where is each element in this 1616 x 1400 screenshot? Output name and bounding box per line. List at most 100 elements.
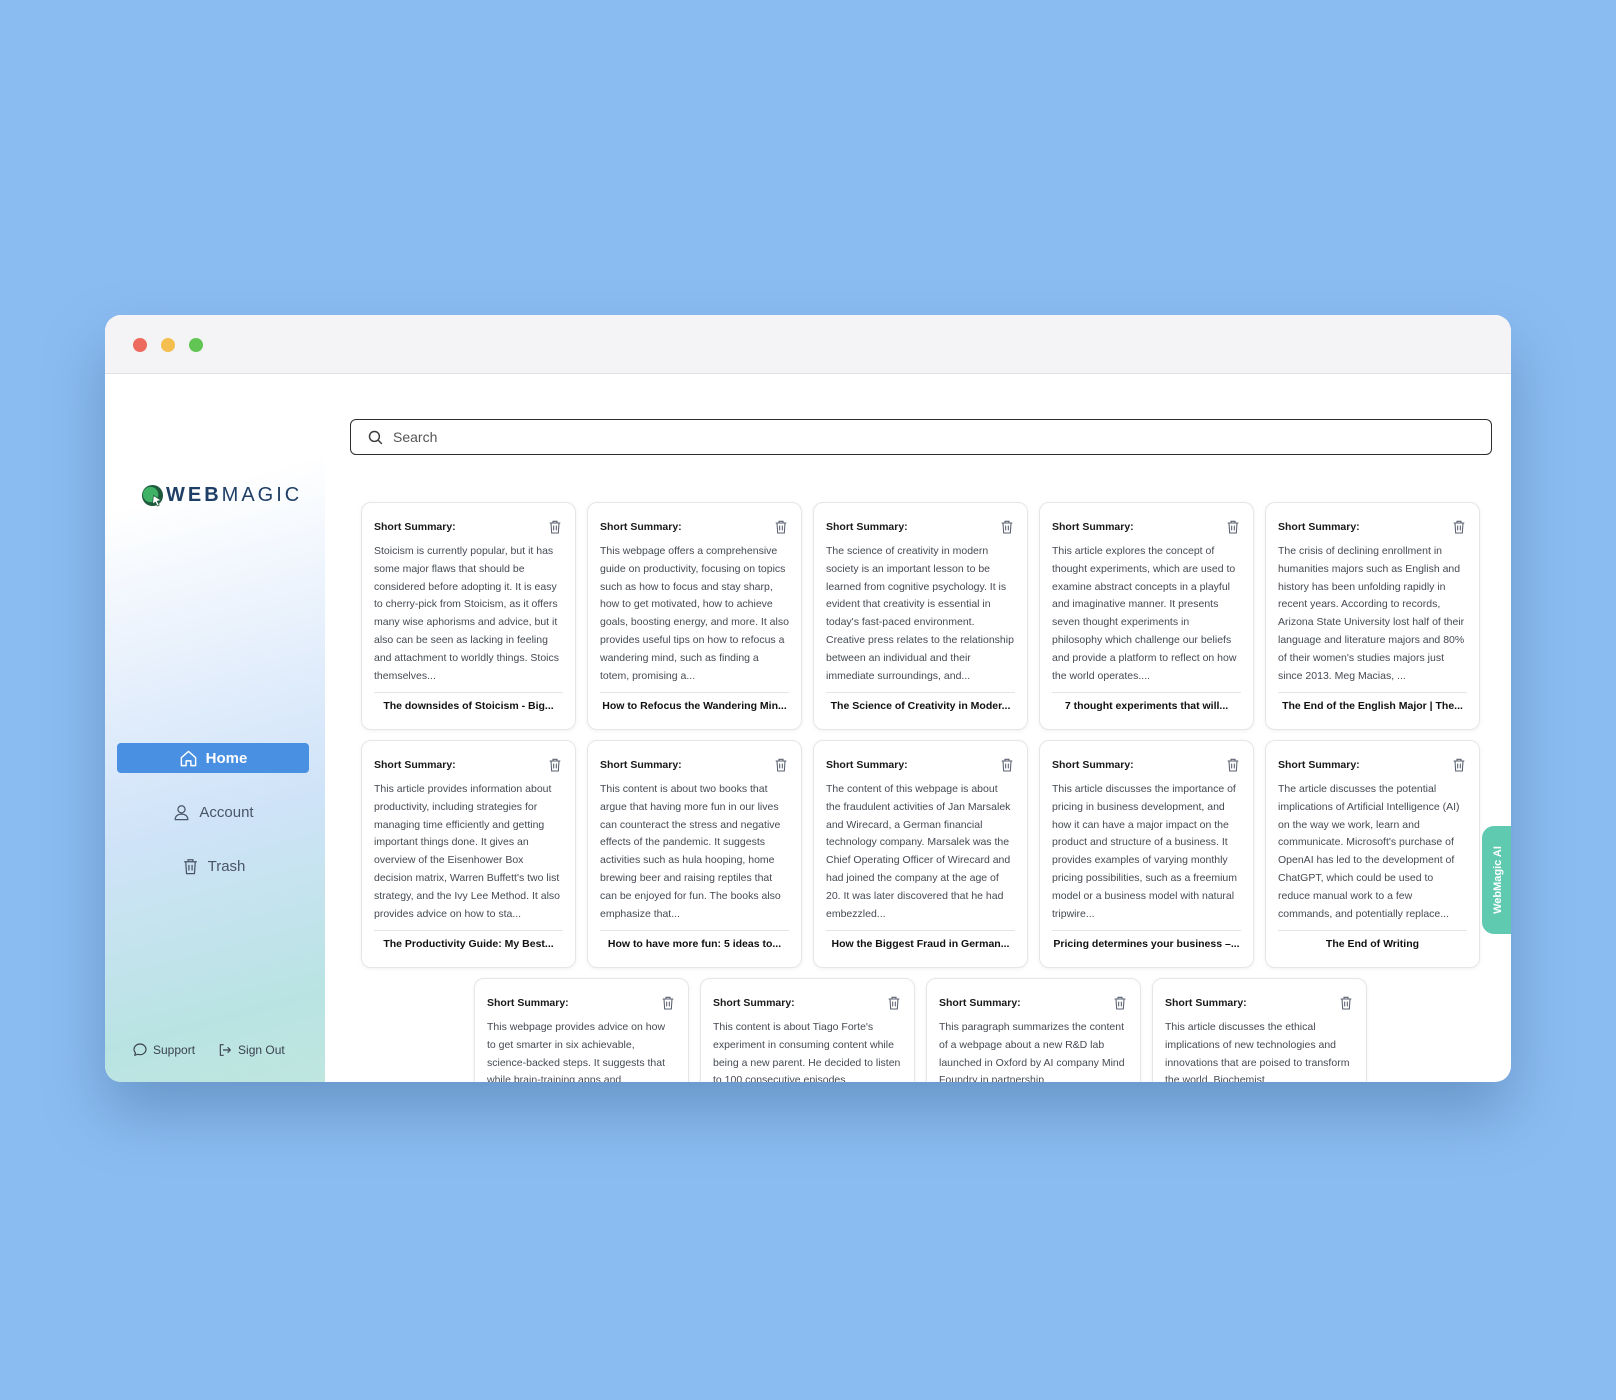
- card-title[interactable]: Pricing determines your business –...: [1052, 931, 1241, 950]
- home-icon: [180, 750, 196, 766]
- card-title[interactable]: The End of Writing: [1278, 931, 1467, 950]
- card-summary: This content is about Tiago Forte's expe…: [713, 1021, 901, 1082]
- close-window-button[interactable]: [133, 338, 147, 352]
- nav-trash-label: Trash: [207, 857, 246, 875]
- card-title[interactable]: 7 thought experiments that will...: [1052, 693, 1241, 712]
- delete-icon[interactable]: [1112, 995, 1128, 1011]
- app-window: WEBMAGIC Home Account Trash Support Sign…: [105, 315, 1511, 1082]
- maximize-window-button[interactable]: [189, 338, 203, 352]
- delete-icon[interactable]: [886, 995, 902, 1011]
- logo[interactable]: WEBMAGIC: [141, 484, 302, 507]
- card-summary: This webpage offers a comprehensive guid…: [600, 545, 789, 682]
- user-icon: [174, 804, 189, 820]
- card-title[interactable]: The downsides of Stoicism - Big...: [374, 693, 563, 712]
- card-title[interactable]: The Productivity Guide: My Best...: [374, 931, 563, 950]
- sign-out-label: Sign Out: [238, 1043, 285, 1057]
- search-input[interactable]: [393, 429, 1463, 445]
- card-label: Short Summary:: [1052, 521, 1134, 533]
- card-header: Short Summary:: [600, 519, 789, 535]
- card-summary: This article explores the concept of tho…: [1052, 545, 1237, 682]
- delete-icon[interactable]: [1225, 757, 1241, 773]
- delete-icon[interactable]: [1338, 995, 1354, 1011]
- nav-account-label: Account: [199, 803, 254, 821]
- summary-card[interactable]: Short Summary: The article discusses the …: [1265, 740, 1480, 968]
- card-label: Short Summary:: [826, 521, 908, 533]
- card-title[interactable]: How to Refocus the Wandering Min...: [600, 693, 789, 712]
- delete-icon[interactable]: [773, 519, 789, 535]
- summary-card[interactable]: Short Summary: This article discusses the…: [1152, 978, 1367, 1082]
- delete-icon[interactable]: [773, 757, 789, 773]
- summary-card[interactable]: Short Summary: The crisis of declining en…: [1265, 502, 1480, 730]
- summary-card[interactable]: Short Summary: Stoicism is currently popu…: [361, 502, 576, 730]
- card-label: Short Summary:: [374, 759, 456, 771]
- card-title[interactable]: The Science of Creativity in Moder...: [826, 693, 1015, 712]
- logo-text-light: MAGIC: [221, 484, 303, 506]
- delete-icon[interactable]: [999, 519, 1015, 535]
- card-label: Short Summary:: [1052, 759, 1134, 771]
- delete-icon[interactable]: [547, 519, 563, 535]
- summary-card[interactable]: Short Summary: This webpage provides advi…: [474, 978, 689, 1082]
- summary-card[interactable]: Short Summary: This article provides info…: [361, 740, 576, 968]
- card-title[interactable]: The End of the English Major | The...: [1278, 693, 1467, 712]
- card-label: Short Summary:: [1278, 759, 1360, 771]
- card-label: Short Summary:: [600, 521, 682, 533]
- title-bar: [105, 315, 1511, 374]
- delete-icon[interactable]: [1225, 519, 1241, 535]
- card-summary: The article discusses the potential impl…: [1278, 783, 1460, 920]
- card-summary: This content is about two books that arg…: [600, 783, 781, 920]
- card-label: Short Summary:: [600, 759, 682, 771]
- chat-bubble-icon: [133, 1043, 147, 1056]
- main-nav: Home Account Trash: [117, 743, 309, 905]
- delete-icon[interactable]: [1451, 519, 1467, 535]
- nav-home[interactable]: Home: [117, 743, 309, 773]
- card-summary: This article provides information about …: [374, 783, 560, 920]
- delete-icon[interactable]: [1451, 757, 1467, 773]
- logo-text: WEBMAGIC: [166, 484, 302, 507]
- sign-out-icon: [219, 1044, 231, 1056]
- card-summary: This article discusses the importance of…: [1052, 783, 1237, 920]
- logo-globe-icon: [141, 484, 164, 507]
- summary-card[interactable]: Short Summary: This paragraph summarizes …: [926, 978, 1141, 1082]
- card-summary: The science of creativity in modern soci…: [826, 545, 1014, 682]
- card-header: Short Summary:: [1165, 995, 1354, 1011]
- card-header: Short Summary:: [1052, 757, 1241, 773]
- nav-trash[interactable]: Trash: [117, 851, 309, 881]
- summary-card[interactable]: Short Summary: The science of creativity …: [813, 502, 1028, 730]
- search-bar[interactable]: [350, 419, 1492, 455]
- trash-icon: [183, 858, 197, 874]
- support-label: Support: [153, 1043, 196, 1057]
- summary-card[interactable]: Short Summary: The content of this webpag…: [813, 740, 1028, 968]
- summary-card[interactable]: Short Summary: This content is about Tiag…: [700, 978, 915, 1082]
- card-header: Short Summary:: [374, 757, 563, 773]
- minimize-window-button[interactable]: [161, 338, 175, 352]
- summary-card[interactable]: Short Summary: This content is about two …: [587, 740, 802, 968]
- summary-card[interactable]: Short Summary: This article discusses the…: [1039, 740, 1254, 968]
- card-header: Short Summary:: [939, 995, 1128, 1011]
- card-label: Short Summary:: [1278, 521, 1360, 533]
- card-header: Short Summary:: [487, 995, 676, 1011]
- summary-card[interactable]: Short Summary: This article explores the …: [1039, 502, 1254, 730]
- card-header: Short Summary:: [826, 757, 1015, 773]
- delete-icon[interactable]: [999, 757, 1015, 773]
- card-label: Short Summary:: [1165, 997, 1247, 1009]
- card-label: Short Summary:: [713, 997, 795, 1009]
- delete-icon[interactable]: [547, 757, 563, 773]
- card-title[interactable]: How to have more fun: 5 ideas to...: [600, 931, 789, 950]
- card-summary: This article discusses the ethical impli…: [1165, 1021, 1350, 1082]
- summary-card[interactable]: Short Summary: This webpage offers a comp…: [587, 502, 802, 730]
- nav-account[interactable]: Account: [117, 797, 309, 827]
- webmagic-ai-tab[interactable]: WebMagic AI: [1482, 826, 1511, 934]
- webmagic-ai-tab-label: WebMagic AI: [1492, 846, 1504, 914]
- card-header: Short Summary:: [826, 519, 1015, 535]
- delete-icon[interactable]: [660, 995, 676, 1011]
- sign-out-link[interactable]: Sign Out: [217, 1042, 285, 1058]
- card-header: Short Summary:: [1278, 519, 1467, 535]
- card-label: Short Summary:: [374, 521, 456, 533]
- card-summary: This paragraph summarizes the content of…: [939, 1021, 1125, 1082]
- card-label: Short Summary:: [939, 997, 1021, 1009]
- search-icon: [368, 430, 383, 444]
- logo-text-bold: WEB: [166, 484, 222, 506]
- support-link[interactable]: Support: [132, 1042, 195, 1058]
- card-label: Short Summary:: [487, 997, 569, 1009]
- card-title[interactable]: How the Biggest Fraud in German...: [826, 931, 1015, 950]
